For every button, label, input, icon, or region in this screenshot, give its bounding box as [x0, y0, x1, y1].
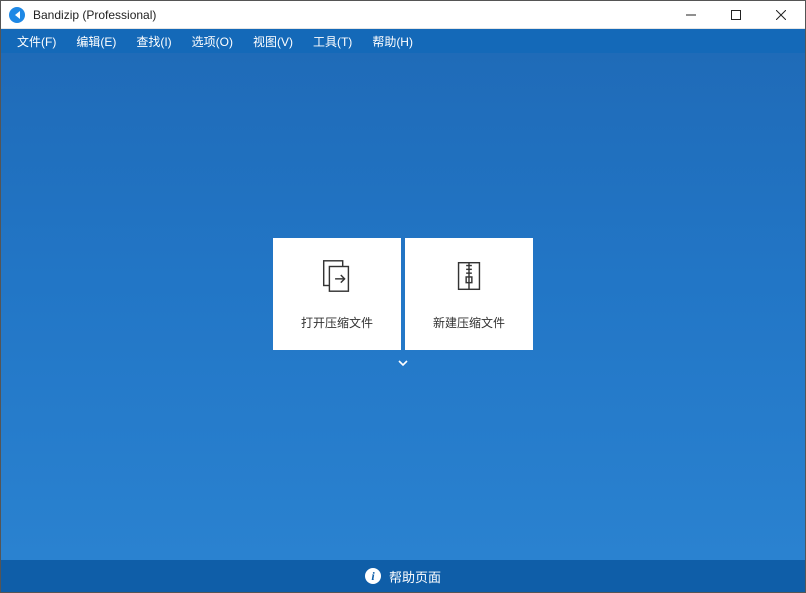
open-archive-label: 打开压缩文件 — [301, 314, 373, 331]
menu-tools[interactable]: 工具(T) — [303, 30, 362, 53]
titlebar: Bandizip (Professional) — [1, 1, 805, 29]
menu-find[interactable]: 查找(I) — [126, 30, 181, 53]
new-archive-icon — [450, 257, 488, 300]
close-button[interactable] — [758, 1, 803, 29]
window-title: Bandizip (Professional) — [33, 8, 156, 22]
menu-edit[interactable]: 编辑(E) — [66, 30, 126, 53]
workspace: 打开压缩文件 新建压缩文件 — [1, 53, 805, 560]
menu-file[interactable]: 文件(F) — [7, 30, 66, 53]
menu-help[interactable]: 帮助(H) — [362, 30, 423, 53]
info-icon: i — [365, 568, 381, 584]
open-archive-icon — [318, 257, 356, 300]
help-page-link[interactable]: 帮助页面 — [389, 567, 441, 586]
new-archive-button[interactable]: 新建压缩文件 — [405, 238, 533, 350]
chevron-down-icon[interactable] — [396, 356, 410, 375]
new-archive-label: 新建压缩文件 — [433, 314, 505, 331]
open-archive-button[interactable]: 打开压缩文件 — [273, 238, 401, 350]
menubar: 文件(F) 编辑(E) 查找(I) 选项(O) 视图(V) 工具(T) 帮助(H… — [1, 29, 805, 53]
maximize-button[interactable] — [713, 1, 758, 29]
app-icon — [9, 7, 25, 23]
window-controls — [668, 1, 803, 29]
menu-view[interactable]: 视图(V) — [243, 30, 303, 53]
statusbar: i 帮助页面 — [1, 560, 805, 592]
minimize-button[interactable] — [668, 1, 713, 29]
menu-options[interactable]: 选项(O) — [182, 30, 243, 53]
